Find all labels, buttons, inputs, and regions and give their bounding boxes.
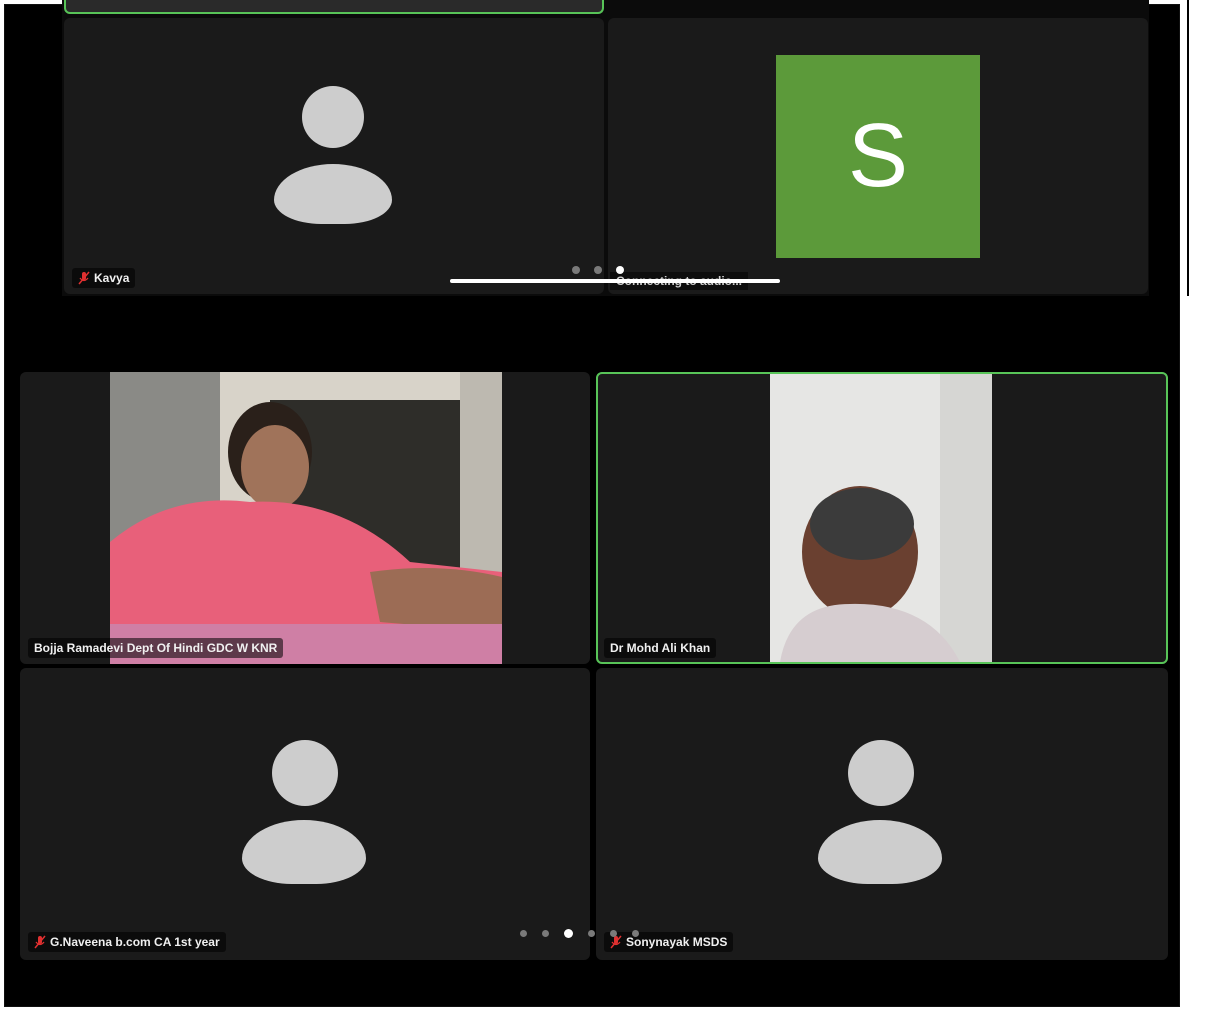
video-feed [110,372,502,664]
avatar-initial: S [776,55,980,258]
participant-name-label: Dr Mohd Ali Khan [604,638,717,658]
top-page-indicator[interactable] [572,266,624,274]
muted-mic-icon [78,271,90,285]
video-feed [770,374,992,662]
page-dot[interactable] [594,266,602,274]
page-dot[interactable] [632,930,639,937]
participant-name-label: G.Naveena b.com CA 1st year [28,932,226,952]
swipe-indicator-bar [450,279,780,283]
video-frame-illustration [110,372,502,664]
avatar-placeholder-icon [242,740,368,886]
video-frame-illustration [770,374,992,662]
muted-mic-icon [34,935,46,949]
avatar-placeholder-icon [274,86,394,226]
participant-tile-sonynayak[interactable]: Sonynayak MSDS [596,668,1168,960]
page-dot[interactable] [588,930,595,937]
top-tile-partial [64,0,604,14]
page-dot[interactable] [542,930,549,937]
participant-name-label: Kavya [72,268,136,288]
participant-tile-naveena[interactable]: G.Naveena b.com CA 1st year [20,668,590,960]
participant-name-label: Bojja Ramadevi Dept Of Hindi GDC W KNR [28,638,284,658]
participant-tile-mohd-ali-khan[interactable]: Dr Mohd Ali Khan [596,372,1168,664]
page-dot-active[interactable] [564,929,573,938]
page-dot-active[interactable] [616,266,624,274]
page-dot[interactable] [572,266,580,274]
page-dot[interactable] [610,930,617,937]
participant-tile-kavya[interactable]: Kavya [64,18,604,294]
page-dot[interactable] [520,930,527,937]
right-border [1187,0,1189,296]
participant-tile-bojja[interactable]: Bojja Ramadevi Dept Of Hindi GDC W KNR [20,372,590,664]
bottom-page-indicator[interactable] [520,929,639,938]
avatar-placeholder-icon [818,740,944,886]
